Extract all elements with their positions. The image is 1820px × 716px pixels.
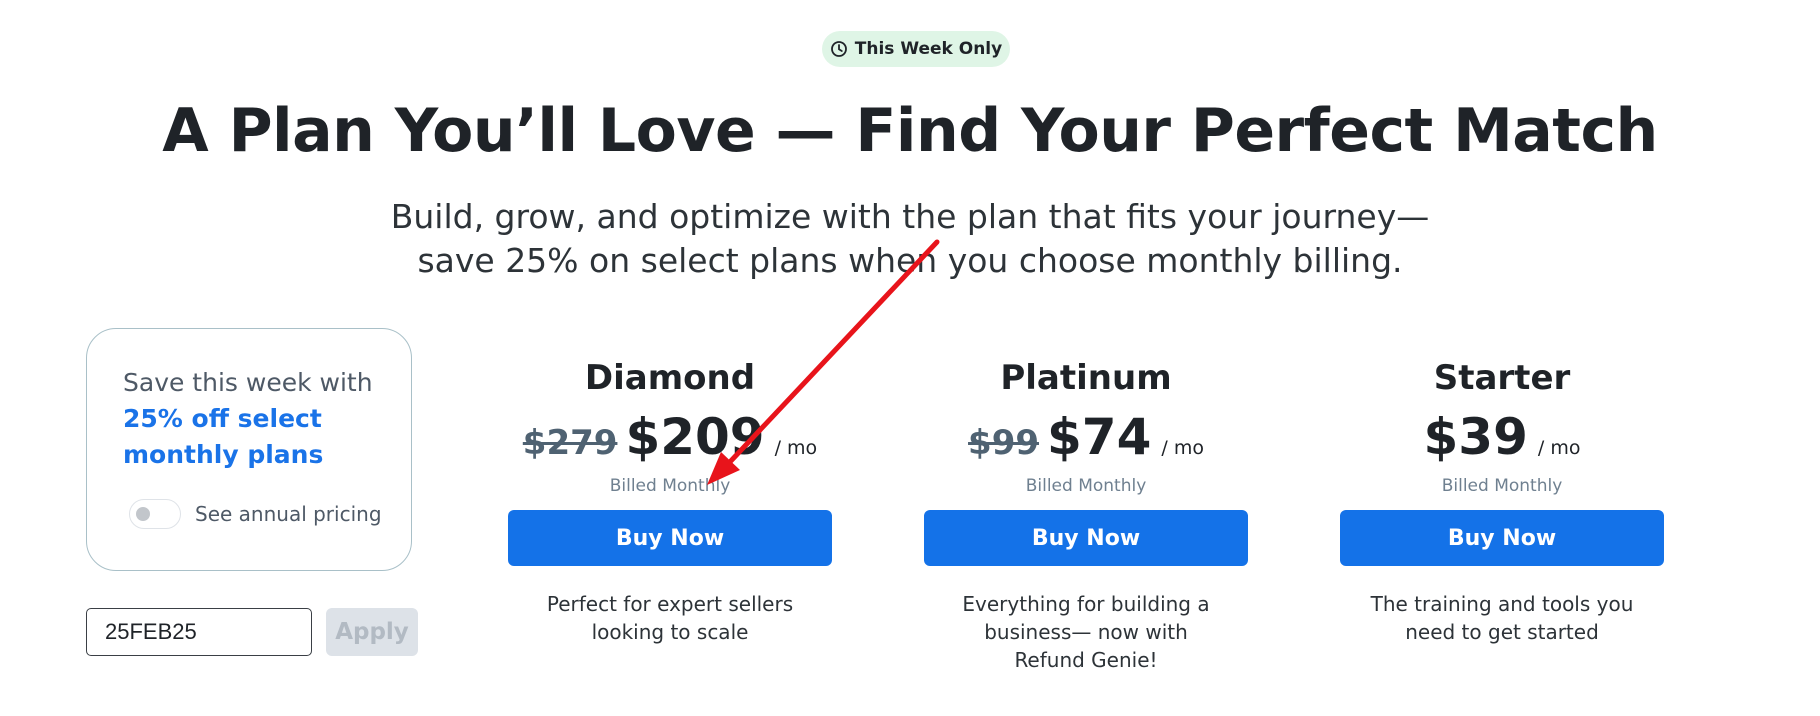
subtitle-line-2: save 25% on select plans when you choose… bbox=[417, 241, 1403, 280]
badge-label: This Week Only bbox=[854, 39, 1003, 59]
price-period: / mo bbox=[774, 437, 818, 459]
plan-platinum: Platinum $99 $74 / mo Billed Monthly Buy… bbox=[924, 356, 1248, 674]
buy-now-button-platinum[interactable]: Buy Now bbox=[924, 510, 1248, 566]
plan-description: The training and tools you need to get s… bbox=[1370, 592, 1634, 644]
plan-starter: Starter $39 / mo Billed Monthly Buy Now … bbox=[1340, 356, 1664, 646]
toggle-knob bbox=[136, 507, 150, 521]
price-row: $99 $74 / mo bbox=[924, 408, 1248, 472]
page-title: A Plan You’ll Love — Find Your Perfect M… bbox=[162, 96, 1658, 166]
current-price: $209 bbox=[625, 408, 765, 466]
plan-name: Platinum bbox=[1000, 358, 1172, 398]
plan-diamond: Diamond $279 $209 / mo Billed Monthly Bu… bbox=[508, 356, 832, 646]
plan-name: Starter bbox=[1433, 358, 1571, 398]
current-price: $39 bbox=[1423, 408, 1528, 466]
subtitle-line-1: Build, grow, and optimize with the plan … bbox=[390, 197, 1430, 236]
annual-pricing-toggle[interactable] bbox=[129, 499, 181, 529]
billing-note: Billed Monthly bbox=[609, 476, 731, 496]
promo-intro: Save this week with bbox=[123, 368, 373, 397]
billing-note: Billed Monthly bbox=[1441, 476, 1563, 496]
promo-highlight: 25% off select monthly plans bbox=[123, 404, 324, 469]
clock-icon bbox=[830, 41, 847, 57]
apply-coupon-button[interactable]: Apply bbox=[326, 608, 418, 656]
annual-pricing-toggle-row: See annual pricing bbox=[129, 499, 382, 529]
price-period: / mo bbox=[1161, 437, 1204, 459]
original-price: $279 bbox=[522, 423, 618, 463]
buy-now-button-starter[interactable]: Buy Now bbox=[1340, 510, 1664, 566]
this-week-only-badge: This Week Only bbox=[822, 31, 1010, 67]
plan-description: Everything for building a business— now … bbox=[962, 592, 1210, 672]
plan-description: Perfect for expert sellers looking to sc… bbox=[546, 592, 794, 644]
price-row: $39 / mo bbox=[1340, 408, 1664, 472]
promo-text: Save this week with 25% off select month… bbox=[123, 365, 393, 473]
billing-note: Billed Monthly bbox=[1025, 476, 1147, 496]
coupon-code-input[interactable] bbox=[86, 608, 312, 656]
page-subtitle: Build, grow, and optimize with the plan … bbox=[360, 195, 1460, 283]
annual-pricing-label: See annual pricing bbox=[195, 502, 382, 526]
plan-name: Diamond bbox=[584, 358, 756, 398]
buy-now-button-diamond[interactable]: Buy Now bbox=[508, 510, 832, 566]
current-price: $74 bbox=[1047, 408, 1152, 466]
original-price: $99 bbox=[968, 423, 1040, 463]
promo-card: Save this week with 25% off select month… bbox=[86, 328, 412, 571]
price-row: $279 $209 / mo bbox=[508, 408, 832, 472]
price-period: / mo bbox=[1537, 437, 1581, 459]
